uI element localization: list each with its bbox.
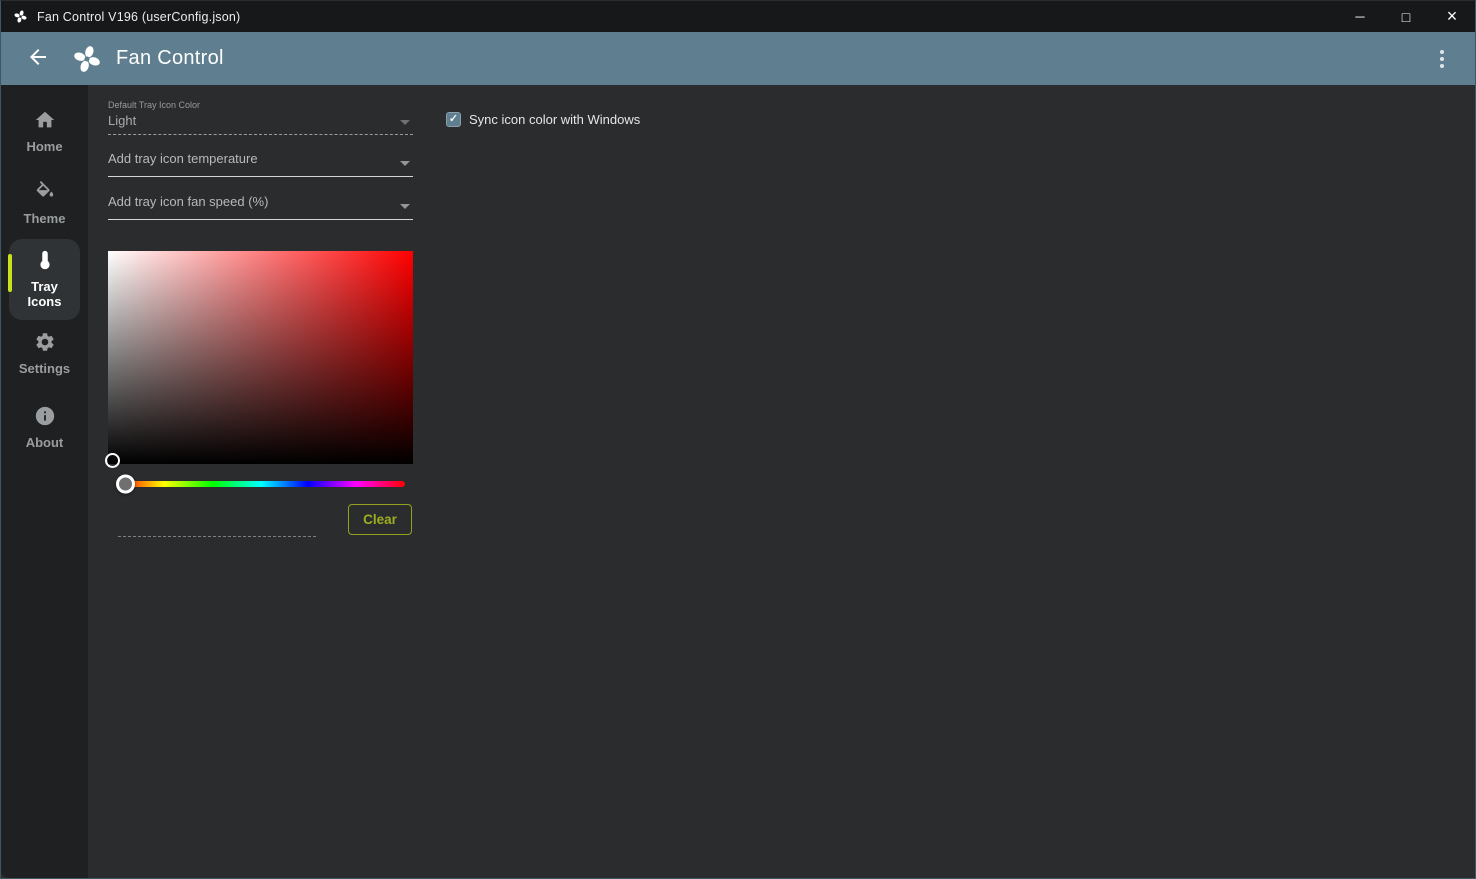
main-content: Default Tray Icon Color Light Add tray i…: [88, 85, 1475, 878]
window-controls: ─ □ ×: [1337, 1, 1475, 32]
info-icon: [34, 405, 56, 432]
hue-slider[interactable]: [116, 474, 405, 494]
clear-button[interactable]: Clear: [348, 504, 412, 535]
app-window: Fan Control V196 (userConfig.json) ─ □ ×: [0, 0, 1476, 879]
arrow-left-icon: [26, 45, 50, 72]
close-button[interactable]: ×: [1429, 1, 1475, 32]
add-tray-icon-fan-speed-select[interactable]: Add tray icon fan speed (%): [108, 194, 413, 220]
sidebar-item-settings[interactable]: Settings: [1, 331, 88, 376]
titlebar: Fan Control V196 (userConfig.json) ─ □ ×: [1, 1, 1475, 32]
field-placeholder: Add tray icon temperature: [108, 151, 258, 166]
chevron-down-icon: [400, 120, 410, 125]
home-icon: [34, 109, 56, 136]
sync-icon-color-checkbox-row[interactable]: ✓ Sync icon color with Windows: [446, 112, 640, 127]
sidebar-item-label: Settings: [18, 361, 71, 376]
sidebar-item-label: Tray Icons: [27, 279, 62, 309]
color-picker-cursor[interactable]: [105, 453, 120, 468]
checkbox-label: Sync icon color with Windows: [469, 112, 641, 127]
sidebar-item-home[interactable]: Home: [1, 109, 88, 154]
selected-tab-indicator: [8, 254, 12, 292]
kebab-menu-icon[interactable]: [1436, 46, 1448, 72]
checkbox-checked[interactable]: ✓: [446, 112, 461, 127]
sidebar-item-label: Home: [26, 139, 63, 154]
sidebar: Home Theme Tray Icons Settings About: [1, 85, 88, 878]
field-label: Default Tray Icon Color: [108, 100, 201, 110]
paint-bucket-icon: [34, 181, 56, 208]
add-tray-icon-temperature-select[interactable]: Add tray icon temperature: [108, 151, 413, 177]
field-placeholder: Add tray icon fan speed (%): [108, 194, 269, 209]
sidebar-item-about[interactable]: About: [1, 405, 88, 450]
gear-icon: [34, 331, 56, 358]
selected-color-field-underline: [118, 536, 316, 537]
saturation-value-picker[interactable]: [105, 251, 413, 468]
page-title: Fan Control: [116, 47, 224, 69]
hue-slider-thumb[interactable]: [116, 474, 135, 494]
field-value: Light: [108, 113, 137, 128]
fan-logo-icon: [13, 9, 28, 24]
thermometer-icon: [34, 249, 56, 276]
app-body: Home Theme Tray Icons Settings About Def…: [1, 85, 1475, 878]
sidebar-item-label: About: [25, 435, 64, 450]
default-tray-icon-color-select[interactable]: Default Tray Icon Color Light: [108, 100, 413, 135]
sidebar-item-tray-icons[interactable]: Tray Icons: [9, 239, 80, 320]
app-header: Fan Control: [1, 32, 1475, 85]
back-button[interactable]: [26, 45, 50, 72]
chevron-down-icon: [400, 204, 410, 209]
fan-logo-icon: [71, 43, 103, 75]
chevron-down-icon: [400, 161, 410, 166]
window-title: Fan Control V196 (userConfig.json): [37, 9, 241, 24]
sidebar-item-label: Theme: [23, 211, 66, 226]
minimize-button[interactable]: ─: [1337, 1, 1383, 32]
sidebar-item-theme[interactable]: Theme: [1, 181, 88, 226]
maximize-button[interactable]: □: [1383, 1, 1429, 32]
